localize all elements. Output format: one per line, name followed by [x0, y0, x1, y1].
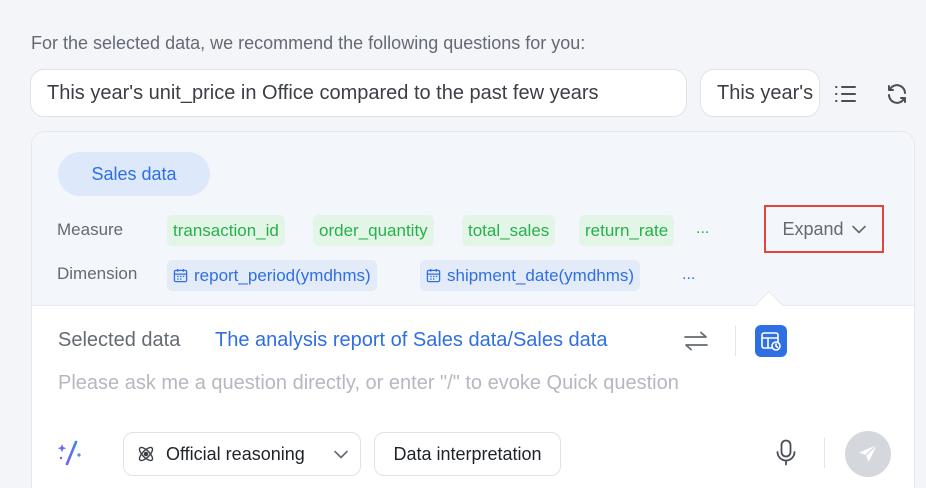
chevron-down-icon: [334, 450, 348, 458]
chevron-down-icon: [851, 225, 866, 233]
measure-tag[interactable]: transaction_id: [167, 215, 285, 246]
send-button[interactable]: [845, 431, 891, 477]
list-icon[interactable]: [832, 80, 860, 108]
suggestion-list: This year's unit_price in Office compare…: [30, 69, 830, 119]
measure-tag[interactable]: return_rate: [579, 215, 675, 246]
measure-more[interactable]: ...: [696, 220, 709, 238]
selected-data-link[interactable]: The analysis report of Sales data/Sales …: [215, 329, 607, 352]
table-settings-icon[interactable]: [755, 325, 787, 357]
swap-icon[interactable]: [682, 327, 710, 355]
calendar-icon: [426, 268, 441, 283]
send-icon: [859, 444, 878, 462]
divider: [735, 326, 736, 356]
dimension-tag-label: report_period(ymdhms): [194, 266, 371, 285]
calendar-icon: [173, 268, 188, 283]
dimension-tag[interactable]: shipment_date(ymdhms): [420, 260, 641, 291]
expand-button[interactable]: Expand: [764, 205, 884, 253]
microphone-icon[interactable]: [772, 439, 800, 467]
dimension-tag[interactable]: report_period(ymdhms): [167, 260, 377, 291]
data-interpretation-button[interactable]: Data interpretation: [374, 432, 561, 476]
reasoning-select[interactable]: Official reasoning: [123, 432, 361, 476]
measure-label: Measure: [57, 220, 124, 239]
measure-tag[interactable]: total_sales: [462, 215, 556, 246]
magic-wand-icon[interactable]: [56, 438, 84, 466]
dimension-label: Dimension: [57, 264, 138, 283]
expand-label: Expand: [782, 218, 844, 239]
measure-tag[interactable]: order_quantity: [313, 215, 434, 246]
reasoning-select-label: Official reasoning: [166, 443, 305, 464]
suggestion-pill[interactable]: This year's: [700, 69, 820, 117]
question-card: Sales data Measure transaction_id order_…: [31, 131, 915, 488]
dimension-more[interactable]: ...: [682, 266, 695, 284]
dimension-tag-label: shipment_date(ymdhms): [447, 266, 635, 285]
question-input[interactable]: [58, 369, 878, 397]
atom-icon: [138, 446, 154, 462]
selected-data-label: Selected data: [58, 329, 181, 351]
refresh-icon[interactable]: [883, 80, 911, 108]
dataset-panel: Sales data Measure transaction_id order_…: [32, 132, 914, 306]
divider: [824, 438, 825, 468]
suggestion-pill[interactable]: This year's unit_price in Office compare…: [30, 69, 687, 117]
dataset-tab[interactable]: Sales data: [58, 152, 210, 196]
recommendation-header: For the selected data, we recommend the …: [31, 33, 586, 53]
